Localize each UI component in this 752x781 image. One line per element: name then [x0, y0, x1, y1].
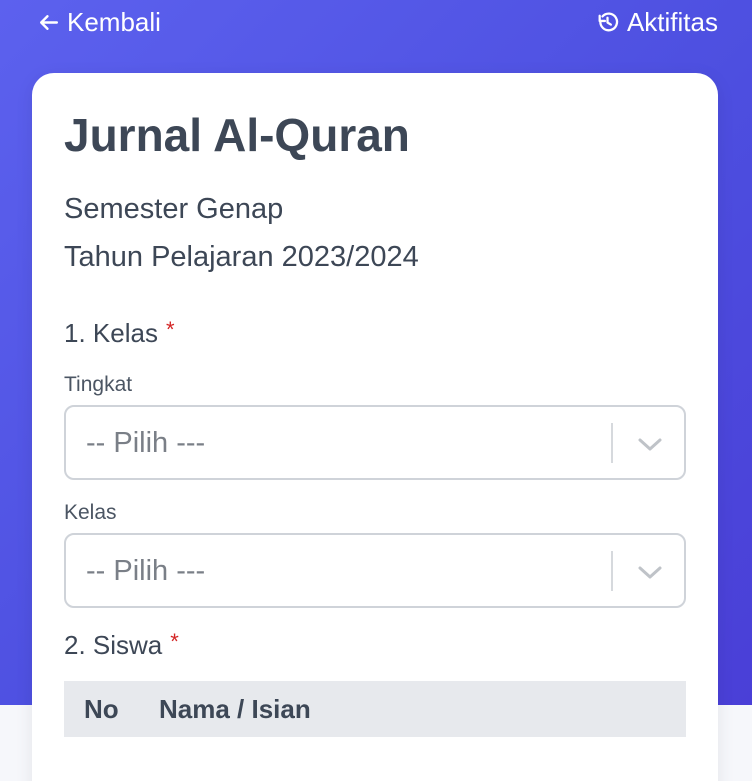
student-section-label: 2. Siswa *	[64, 629, 179, 661]
student-table-header: No Nama / Isian	[64, 681, 686, 737]
page-title: Jurnal Al-Quran	[64, 109, 410, 161]
chevron-down-icon	[635, 559, 665, 585]
grade-field-label: Tingkat	[64, 373, 133, 396]
required-marker: *	[165, 317, 175, 342]
table-header-name-input: Nama / Isian	[159, 694, 311, 724]
select-divider	[611, 423, 613, 463]
history-icon	[595, 10, 620, 35]
required-marker: *	[170, 629, 179, 654]
back-button[interactable]: Kembali	[36, 5, 161, 39]
student-section-title: 2. Siswa	[64, 630, 163, 660]
table-header-number: No	[84, 694, 119, 724]
app-page: Kembali Aktifitas Jurnal Al-Quran Semest…	[0, 0, 752, 781]
academic-year-text: Tahun Pelajaran 2023/2024	[64, 241, 419, 273]
class-select-value: -- Pilih ---	[86, 555, 206, 587]
journal-form-card: Jurnal Al-Quran Semester Genap Tahun Pel…	[32, 73, 718, 781]
grade-select[interactable]: -- Pilih ---	[64, 405, 686, 480]
select-divider	[611, 551, 613, 591]
top-navigation-bar: Kembali Aktifitas	[0, 0, 752, 44]
activity-button[interactable]: Aktifitas	[595, 5, 718, 39]
back-button-label: Kembali	[67, 7, 161, 37]
semester-text: Semester Genap	[64, 193, 284, 225]
class-section-label: 1. Kelas *	[64, 317, 175, 349]
grade-select-value: -- Pilih ---	[86, 427, 206, 459]
class-section-title: 1. Kelas	[64, 318, 158, 348]
activity-button-label: Aktifitas	[626, 7, 718, 37]
class-select[interactable]: -- Pilih ---	[64, 533, 686, 608]
chevron-down-icon	[635, 431, 665, 457]
arrow-left-icon	[36, 10, 61, 35]
class-field-label: Kelas	[64, 501, 117, 524]
